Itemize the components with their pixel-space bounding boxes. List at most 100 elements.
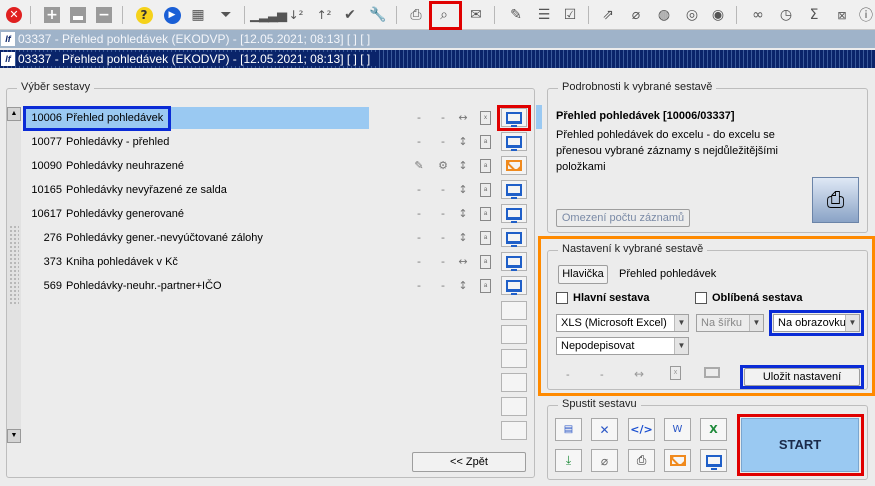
report-name: Pohledávky generované — [66, 208, 185, 220]
record-limit-button[interactable]: Omezení počtu záznamů — [556, 209, 690, 227]
report-code: 10617 — [31, 208, 62, 220]
report-row[interactable]: 373 Kniha pohledávek v Kč — [24, 251, 369, 273]
report-row[interactable]: 10090 Pohledávky neuhrazené — [24, 155, 369, 177]
output-button[interactable] — [501, 180, 527, 199]
report-code: 569 — [43, 280, 62, 292]
scroll-down-icon[interactable]: ▼ — [7, 429, 21, 443]
output-button[interactable] — [501, 252, 527, 271]
output-button-empty[interactable] — [501, 349, 527, 368]
code-icon[interactable]: </> — [628, 418, 655, 441]
monitor-icon — [506, 255, 522, 271]
window-title: 03337 - Přehled pohledávek (EKODVP) - [1… — [18, 52, 377, 66]
report-col2-icon: - — [441, 255, 445, 268]
highlight-start-button — [737, 414, 864, 476]
mail-icon[interactable]: ✉ — [466, 5, 486, 25]
output-button[interactable] — [501, 228, 527, 247]
globe-icon[interactable]: ◍ — [654, 5, 674, 25]
printer-help-icon[interactable]: ⎙ — [812, 177, 859, 223]
settings-col1: - — [566, 369, 570, 381]
active-window-titlebar[interactable]: lf 03337 - Přehled pohledávek (EKODVP) - … — [0, 50, 875, 68]
remove-icon[interactable]: − — [94, 5, 114, 25]
check-icon[interactable]: ✔ — [340, 5, 360, 25]
edit-icon[interactable]: ✎ — [506, 5, 526, 25]
print-icon[interactable]: ⎙ — [406, 5, 426, 25]
resize-grip[interactable] — [9, 225, 19, 305]
signature-select[interactable]: Nepodepisovat ▼ — [556, 337, 689, 355]
report-col3-icon: ↕ — [458, 207, 468, 220]
window-title: 03337 - Přehled pohledávek (EKODVP) - [1… — [18, 32, 371, 46]
output-button-empty[interactable] — [501, 397, 527, 416]
print-icon[interactable]: ⎙ — [628, 449, 655, 472]
list-icon[interactable]: ☰ — [534, 5, 554, 25]
output-button[interactable] — [501, 132, 527, 151]
scroll-up-icon[interactable]: ▲ — [7, 107, 21, 121]
glasses-icon[interactable]: ∞ — [748, 5, 768, 25]
report-col2-icon: - — [441, 183, 445, 196]
output-button[interactable] — [501, 156, 527, 175]
report-row[interactable]: 10077 Pohledávky - přehled — [24, 131, 369, 153]
report-row[interactable]: 10617 Pohledávky generované — [24, 203, 369, 225]
filter-icon[interactable]: ⏷ — [216, 5, 236, 25]
view-icon[interactable]: ◉ — [708, 5, 728, 25]
sum-icon[interactable]: Σ — [804, 5, 824, 25]
excel-icon[interactable]: X — [700, 418, 727, 441]
sort-desc-icon[interactable]: ↑² — [314, 5, 334, 25]
report-name: Pohledávky gener.-nevyúčtované zálohy — [66, 232, 263, 244]
main-report-checkbox[interactable] — [556, 292, 568, 304]
signature-value: Nepodepisovat — [561, 340, 635, 352]
orientation-select[interactable]: Na šířku ▼ — [696, 314, 764, 332]
output-button-empty[interactable] — [501, 421, 527, 440]
attach-icon[interactable]: ⌀ — [626, 5, 646, 25]
report-row[interactable]: 276 Pohledávky gener.-nevyúčtované zálohy — [24, 227, 369, 249]
highlight-save-settings — [740, 365, 864, 389]
help-icon[interactable]: ? — [134, 5, 154, 25]
report-col1-icon: - — [417, 183, 421, 196]
output-button[interactable] — [501, 204, 527, 223]
output-button-empty[interactable] — [501, 373, 527, 392]
group-label: Spustit sestavu — [558, 398, 641, 410]
toolbar-separator — [122, 6, 123, 24]
report-name: Pohledávky - přehled — [66, 136, 170, 148]
close-icon[interactable]: ✕ — [4, 5, 24, 25]
toolbar-separator — [736, 6, 737, 24]
tool-icon[interactable]: ✕ — [591, 418, 618, 441]
wrench-icon[interactable]: 🔧 — [368, 5, 388, 25]
output-button-empty[interactable] — [501, 325, 527, 344]
attach-icon[interactable]: ⌀ — [591, 449, 618, 472]
save-icon[interactable] — [68, 5, 88, 25]
calendar-icon[interactable]: ▦ — [188, 5, 208, 25]
format-select[interactable]: XLS (Microsoft Excel) ▼ — [556, 314, 689, 332]
mail-icon[interactable] — [664, 449, 691, 472]
play-icon[interactable]: ▶ — [162, 5, 182, 25]
signal-icon[interactable]: ▁▂▃▅ — [250, 5, 287, 25]
word-icon[interactable]: W — [664, 418, 691, 441]
compass-icon[interactable]: ◎ — [682, 5, 702, 25]
mail-icon — [506, 160, 522, 171]
report-name: Pohledávky neuhrazené — [66, 160, 185, 172]
report-row[interactable]: 10165 Pohledávky nevyřazené ze salda — [24, 179, 369, 201]
export-icon[interactable]: ⇗ — [598, 5, 618, 25]
output-button[interactable] — [501, 276, 527, 295]
excel-icon[interactable]: ⊠ — [832, 5, 852, 25]
header-button[interactable]: Hlavička — [558, 265, 608, 284]
checklist-icon[interactable]: ☑ — [560, 5, 580, 25]
report-col3-icon: ↕ — [458, 231, 468, 244]
report-col1-icon: - — [417, 255, 421, 268]
clock-icon[interactable]: ◷ — [776, 5, 796, 25]
inactive-window-titlebar[interactable]: lf 03337 - Přehled pohledávek (EKODVP) - … — [0, 30, 875, 48]
download-icon[interactable]: ⤓ — [555, 449, 582, 472]
monitor-icon[interactable] — [700, 449, 727, 472]
report-row[interactable]: 569 Pohledávky-neuhr.-partner+IČO — [24, 275, 369, 297]
info-icon[interactable]: ⓘ — [856, 5, 875, 25]
add-icon[interactable]: + — [42, 5, 62, 25]
sort-asc-icon[interactable]: ↓² — [286, 5, 306, 25]
back-button[interactable]: << Zpět — [412, 452, 526, 472]
format-value: XLS (Microsoft Excel) — [561, 317, 667, 329]
highlight-target-select — [769, 310, 864, 336]
main-toolbar: ✕ + − ? ▶ ▦ ⏷ ▁▂▃▅ ↓² ↑² ✔ 🔧 ⎙ ⌕ ✉ ✎ ☰ ☑… — [0, 0, 875, 30]
pdf-icon[interactable]: ▤ — [555, 418, 582, 441]
header-value: Přehled pohledávek — [619, 268, 717, 280]
favorite-report-checkbox[interactable] — [695, 292, 707, 304]
output-button-empty[interactable] — [501, 301, 527, 320]
report-code: 373 — [43, 256, 62, 268]
